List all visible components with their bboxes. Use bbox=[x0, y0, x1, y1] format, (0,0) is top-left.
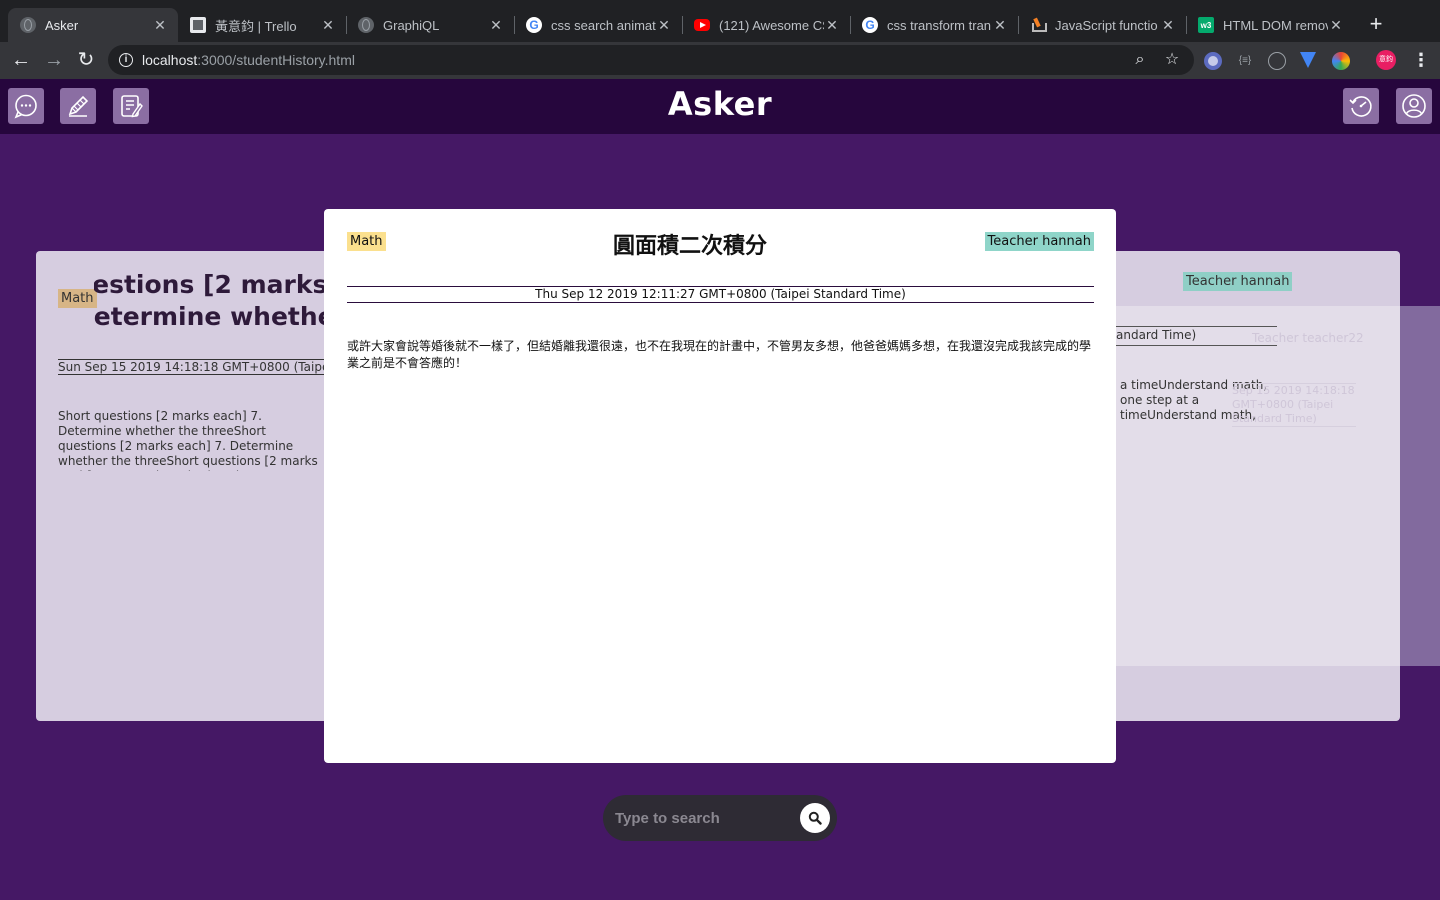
browser-tab[interactable]: G css search animati ✕ bbox=[514, 8, 682, 42]
browser-tab[interactable]: (121) Awesome CS ✕ bbox=[682, 8, 850, 42]
close-icon[interactable]: ✕ bbox=[488, 17, 504, 34]
extension-icon[interactable] bbox=[1268, 52, 1286, 70]
tab-title: Asker bbox=[45, 17, 79, 33]
google-icon: G bbox=[862, 17, 878, 33]
browser-tab[interactable]: 黃意鈞 | Trello ✕ bbox=[178, 8, 346, 42]
close-icon[interactable]: ✕ bbox=[656, 17, 672, 34]
trello-icon bbox=[190, 17, 206, 33]
extension-json-icon[interactable]: {≡} bbox=[1236, 52, 1254, 70]
close-icon[interactable]: ✕ bbox=[152, 17, 168, 34]
question-body: 或許大家會說等婚後就不一樣了，但結婚離我還很遠，也不在我現在的計畫中，不管男友多… bbox=[347, 339, 1092, 370]
browser-tab[interactable]: w3 HTML DOM remov ✕ bbox=[1186, 8, 1354, 42]
browser-toolbar: ← → ↻ i localhost:3000/studentHistory.ht… bbox=[0, 42, 1440, 79]
tab-title: css transform tran bbox=[887, 17, 992, 33]
teacher-tag: Teacher teacher22 bbox=[1252, 331, 1364, 345]
app-title: Asker bbox=[667, 85, 773, 123]
youtube-icon bbox=[694, 19, 710, 31]
forward-arrow-icon[interactable]: → bbox=[41, 47, 67, 73]
search-button[interactable] bbox=[800, 803, 830, 833]
question-title: 圓面積二次積分 bbox=[612, 234, 767, 259]
history-button[interactable] bbox=[1343, 88, 1379, 124]
tab-title: GraphiQL bbox=[383, 17, 440, 33]
w3schools-icon: w3 bbox=[1198, 17, 1214, 33]
card-body: Short questions [2 marks each] 7. Determ… bbox=[58, 409, 318, 471]
close-icon[interactable]: ✕ bbox=[1160, 17, 1176, 34]
profile-avatar[interactable]: 意鈞 bbox=[1376, 50, 1396, 70]
card-right-panel bbox=[1116, 306, 1400, 666]
url-host: localhost bbox=[142, 52, 198, 68]
tab-title: 黃意鈞 | Trello bbox=[215, 18, 297, 34]
vue-devtools-icon[interactable] bbox=[1300, 52, 1316, 68]
close-icon[interactable]: ✕ bbox=[1328, 17, 1344, 34]
google-icon: G bbox=[526, 17, 542, 33]
address-bar[interactable]: i localhost:3000/studentHistory.html ⌕ ☆ bbox=[108, 45, 1194, 75]
new-tab-plus-icon[interactable]: + bbox=[1364, 12, 1388, 36]
card-date: Sep 15 2019 14:18:18 GMT+0800 (Taipei St… bbox=[1232, 383, 1356, 427]
tab-title: HTML DOM remov bbox=[1223, 17, 1328, 33]
browser-tab[interactable]: JavaScript functio ✕ bbox=[1018, 8, 1186, 42]
close-icon[interactable]: ✕ bbox=[320, 17, 336, 34]
browser-tab[interactable]: GraphiQL ✕ bbox=[346, 8, 514, 42]
search-bar bbox=[603, 795, 837, 841]
tab-title: css search animati bbox=[551, 17, 656, 33]
search-icon bbox=[808, 811, 822, 825]
app-header: Asker bbox=[0, 79, 1440, 134]
divider bbox=[1116, 345, 1277, 346]
bookmark-star-icon[interactable]: ☆ bbox=[1162, 50, 1182, 70]
back-arrow-icon[interactable]: ← bbox=[8, 47, 34, 73]
close-icon[interactable]: ✕ bbox=[992, 17, 1008, 34]
browser-tab-bar: Asker ✕ 黃意鈞 | Trello ✕ GraphiQL ✕ G css … bbox=[0, 0, 1440, 48]
user-icon bbox=[1402, 94, 1426, 118]
teacher-tag: Teacher hannah bbox=[984, 232, 1094, 251]
search-input[interactable] bbox=[615, 804, 785, 832]
globe-icon bbox=[358, 17, 374, 33]
card-title: Short questions [2 marks each] 7. Determ… bbox=[94, 269, 326, 333]
browser-tab[interactable]: G css transform tran ✕ bbox=[850, 8, 1018, 42]
card-title-text: Short questions [2 marks each] 7. Determ… bbox=[94, 270, 326, 331]
close-icon[interactable]: ✕ bbox=[824, 17, 840, 34]
stackoverflow-icon bbox=[1030, 17, 1047, 33]
color-picker-icon[interactable] bbox=[1332, 52, 1350, 70]
profile-button[interactable] bbox=[1396, 88, 1432, 124]
zoom-magnifier-icon[interactable]: ⌕ bbox=[1130, 50, 1150, 70]
extension-icon[interactable] bbox=[1204, 52, 1222, 70]
globe-icon bbox=[20, 17, 36, 33]
menu-kebab-icon[interactable]: ⋮ bbox=[1412, 48, 1430, 72]
url-path: :3000/studentHistory.html bbox=[197, 52, 355, 68]
url-text[interactable]: localhost:3000/studentHistory.html bbox=[142, 52, 355, 68]
question-date: Thu Sep 12 2019 12:11:27 GMT+0800 (Taipe… bbox=[347, 286, 1094, 303]
reload-icon[interactable]: ↻ bbox=[73, 47, 99, 73]
teacher-tag: Teacher hannah bbox=[1183, 272, 1293, 291]
info-icon[interactable]: i bbox=[119, 53, 133, 67]
subject-tag: Math bbox=[58, 289, 97, 308]
divider bbox=[1116, 326, 1277, 327]
question-detail-modal: Math 圓面積二次積分 Teacher hannah Thu Sep 12 2… bbox=[324, 209, 1116, 763]
tab-title: JavaScript functio bbox=[1055, 17, 1158, 33]
history-clock-icon bbox=[1349, 96, 1372, 117]
browser-tab[interactable]: Asker ✕ bbox=[8, 8, 178, 42]
tab-title: (121) Awesome CS bbox=[719, 17, 824, 33]
card-date: Sun Sep 15 2019 14:18:18 GMT+0800 (Taipe… bbox=[58, 359, 328, 375]
